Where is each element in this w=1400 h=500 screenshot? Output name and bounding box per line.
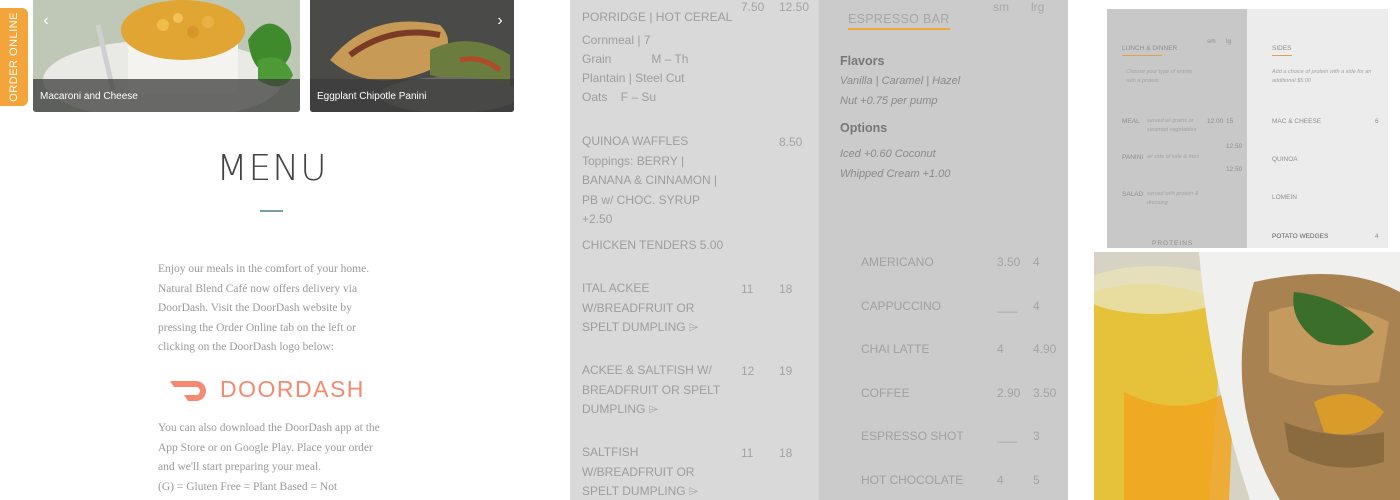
menu-item: Grain M – Th: [582, 52, 689, 66]
price-lrg: 19: [779, 364, 793, 378]
column-head-lrg: lrg: [1031, 0, 1045, 14]
drink-price-lrg: 3.50: [1033, 386, 1057, 400]
thumb-item-note: served w/ grains or steamed vegetables: [1147, 118, 1197, 133]
thumb-note: Choose your type of entrée with a protei…: [1126, 69, 1193, 84]
thumb-item: SALAD: [1122, 191, 1144, 198]
lunch-menu-thumbnail[interactable]: LUNCH & DINNER sm lg Choose your type of…: [1107, 9, 1388, 248]
sandwich-and-juice-photo: [1094, 252, 1400, 500]
carousel-next-icon[interactable]: ›: [492, 12, 508, 30]
drink-name: CAPPUCCINO: [861, 299, 942, 313]
app-paragraph: You can also download the DoorDash app a…: [158, 419, 390, 497]
thumb-price: 12.50: [1226, 143, 1243, 150]
price-lrg: 8.50: [779, 135, 803, 149]
drink-name: ESPRESSO SHOT: [861, 429, 964, 443]
menu-item: ITAL ACKEE W/BREADFRUIT OR SPELT DUMPLIN…: [582, 281, 699, 334]
thumb-title: SIDES: [1272, 45, 1292, 52]
doordash-icon: [170, 380, 206, 401]
menu-item: QUINOA WAFFLES Toppings: BERRY | BANANA …: [582, 134, 718, 226]
section-title: ESPRESSO BAR: [848, 12, 950, 30]
drink-price-sm: 4: [997, 473, 1004, 487]
thumb-underline: [1122, 55, 1162, 56]
thumb-item: LOMEIN: [1272, 194, 1297, 201]
drink-price-sm: 3.50: [997, 255, 1021, 269]
drink-price-sm: ___: [997, 429, 1018, 443]
menu-item: PORRIDGE | HOT CEREAL: [582, 10, 733, 24]
price-lrg: 18: [779, 446, 793, 460]
column-head-sm: sm: [993, 0, 1009, 14]
drink-price-lrg: 4.90: [1033, 342, 1057, 356]
carousel-slide-mac-and-cheese[interactable]: ‹ Macaroni and Cheese: [33, 0, 300, 112]
menu-item: ACKEE & SALTFISH W/ BREADFRUIT OR SPELT …: [582, 363, 721, 416]
price-lrg: 18: [779, 282, 793, 296]
thumb-price: 12.50: [1226, 166, 1243, 173]
order-online-label: ORDER ONLINE: [8, 12, 20, 102]
thumb-item: PANINI: [1122, 154, 1144, 161]
page-title: MENU: [216, 148, 328, 189]
slide-caption: Macaroni and Cheese: [33, 79, 300, 112]
thumb-price: 12.00: [1207, 118, 1224, 125]
sides-column: SIDES Add a choice of protein with a sid…: [1247, 9, 1388, 248]
price-sm: 12: [741, 364, 755, 378]
doordash-logo-link[interactable]: DOORDASH: [168, 376, 365, 403]
thumb-underline: [1272, 55, 1292, 56]
sandwich-image: [1094, 252, 1400, 500]
menu-item: Cornmeal | 7: [582, 33, 651, 47]
diet-legend: (G) = Gluten Free = Plant Based = Not: [158, 480, 338, 493]
drink-price-lrg: 4: [1033, 299, 1040, 313]
espresso-bar-panel: ESPRESSO BAR sm lrg Flavors Vanilla | Ca…: [819, 0, 1068, 500]
breakfast-menu-panel: PORRIDGE | HOT CEREAL 7.50 12.50 Cornmea…: [570, 0, 819, 500]
drink-name: COFFEE: [861, 386, 910, 400]
title-divider: [260, 210, 283, 212]
drink-name: CHAI LATTE: [861, 342, 930, 356]
delivery-paragraph: Enjoy our meals in the comfort of your h…: [158, 263, 370, 353]
drink-name: AMERICANO: [861, 255, 934, 269]
drink-price-sm: ___: [997, 299, 1018, 313]
drink-price-lrg: 4: [1033, 255, 1040, 269]
thumb-item-note: served with protein & dressing: [1147, 191, 1199, 206]
drink-price-sm: 2.90: [997, 386, 1021, 400]
flavors-heading: Flavors: [840, 54, 885, 68]
thumb-item: POTATO WEDGES: [1272, 233, 1329, 240]
thumb-col-lg: lg: [1226, 38, 1232, 45]
lunch-column: LUNCH & DINNER sm lg Choose your type of…: [1107, 9, 1247, 248]
carousel-prev-icon[interactable]: ‹: [38, 12, 54, 30]
thumb-price: 4: [1375, 233, 1379, 240]
doordash-wordmark: DOORDASH: [220, 376, 365, 402]
menu-item: CHICKEN TENDERS 5.00: [582, 238, 724, 252]
thumb-col-sm: sm: [1207, 38, 1216, 45]
price-sm: 11: [741, 282, 754, 296]
thumb-note: Add a choice of protein with a side for …: [1272, 69, 1372, 84]
thumb-price: 6: [1375, 118, 1379, 125]
drink-name: HOT CHOCOLATE: [861, 473, 964, 487]
price-lrg: 12.50: [779, 0, 810, 14]
thumb-item: MAC & CHEESE: [1272, 118, 1322, 125]
menu-item: Plantain | Steel Cut: [582, 71, 685, 85]
price-sm: 7.50: [741, 0, 765, 14]
thumb-item-note: w/ side of kale & fries: [1147, 154, 1199, 160]
options-heading: Options: [840, 121, 888, 135]
order-online-tab[interactable]: ORDER ONLINE: [0, 8, 28, 106]
menu-item: SALTFISH W/BREADFRUIT OR SPELT DUMPLING …: [582, 445, 699, 498]
slide-caption: Eggplant Chipotle Panini: [310, 79, 514, 112]
thumb-item: QUINOA: [1272, 156, 1298, 163]
thumb-item: MEAL: [1122, 118, 1140, 125]
thumb-price: 15: [1226, 118, 1234, 125]
drink-price-lrg: 3: [1033, 429, 1040, 443]
app-paragraph-text: You can also download the DoorDash app a…: [158, 422, 380, 473]
flavors-text: Vanilla | Caramel | Hazel Nut +0.75 per …: [840, 75, 961, 107]
drink-price-sm: 4: [997, 342, 1004, 356]
price-sm: 11: [741, 446, 754, 460]
drink-price-lrg: 5: [1033, 473, 1040, 487]
menu-item: Oats F – Su: [582, 90, 657, 104]
options-text: Iced +0.60 Coconut Whipped Cream +1.00: [840, 148, 951, 180]
thumb-footer: PROTEINS: [1152, 240, 1194, 247]
thumb-title: LUNCH & DINNER: [1122, 45, 1178, 52]
carousel-slide-eggplant-panini[interactable]: › Eggplant Chipotle Panini: [310, 0, 514, 112]
